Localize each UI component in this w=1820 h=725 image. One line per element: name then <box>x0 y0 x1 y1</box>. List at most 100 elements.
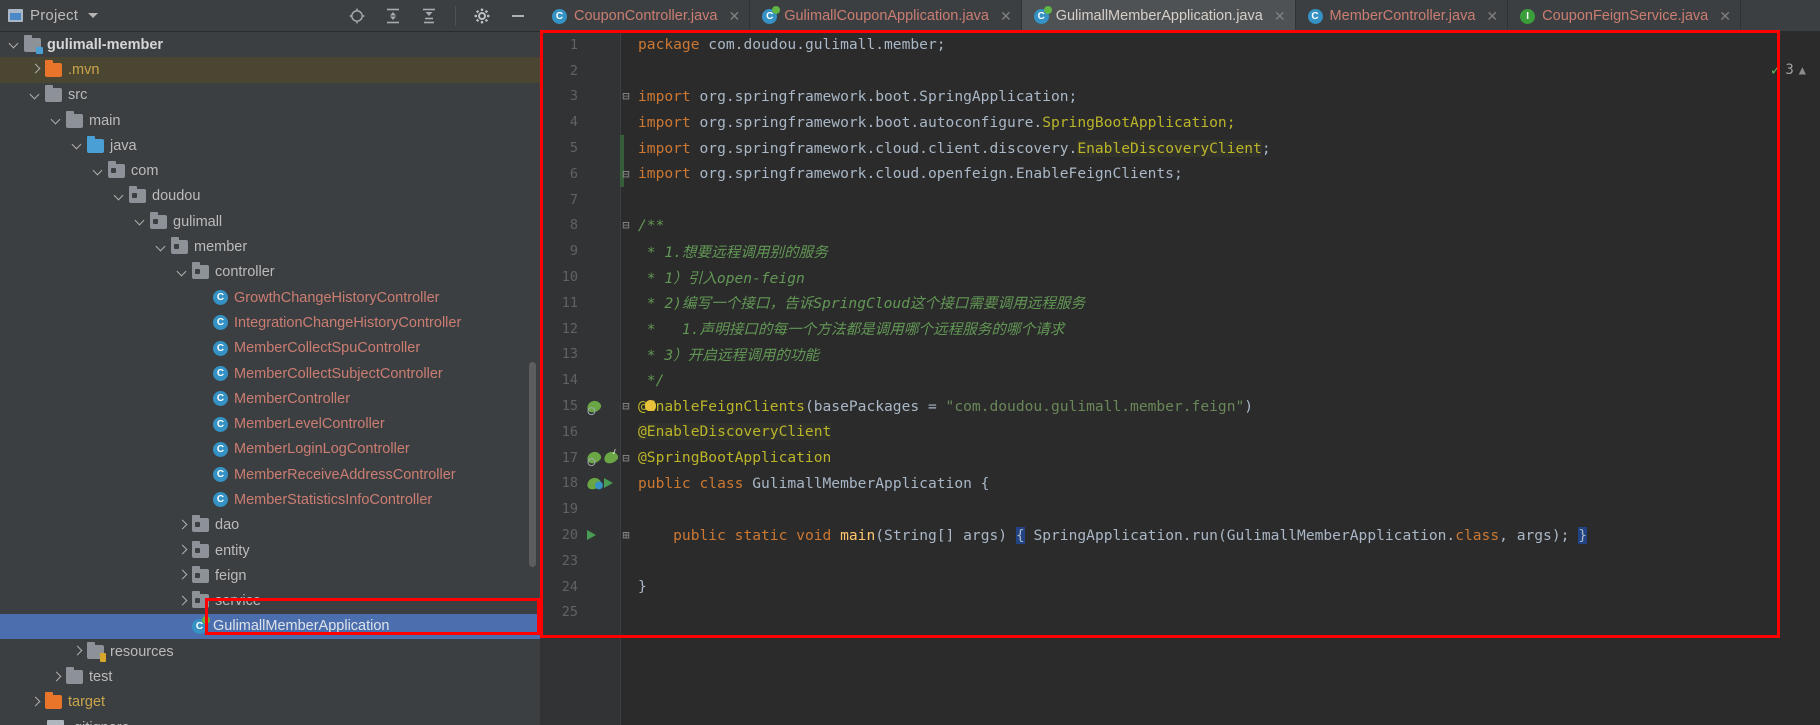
chevron-up-icon[interactable]: ▲ <box>1799 63 1806 77</box>
code-line[interactable]: 1 package com.doudou.gulimall.member; <box>540 32 1820 58</box>
fold-toggle-icon[interactable]: ⊟ <box>620 451 632 465</box>
tree-item-gulimall[interactable]: gulimall <box>0 209 540 234</box>
spring-bean-checked-icon[interactable] <box>602 450 620 466</box>
fold-toggle-icon[interactable]: ⊟ <box>620 167 632 181</box>
code-line[interactable]: 25 <box>540 600 1820 626</box>
code-line[interactable]: 15 ⊟ @EnableFeignClients(basePackages = "c… <box>540 393 1820 419</box>
chevron-right-icon[interactable] <box>71 645 84 658</box>
code-line[interactable]: 4 import org.springframework.boot.autocon… <box>540 109 1820 135</box>
tree-item-entity[interactable]: entity <box>0 538 540 563</box>
locate-icon[interactable] <box>347 6 367 26</box>
spring-bean-icon[interactable] <box>585 450 603 466</box>
tree-item-controller[interactable]: controller <box>0 260 540 285</box>
tree-item--mvn[interactable]: .mvn <box>0 57 540 83</box>
tree-item-test[interactable]: test <box>0 664 540 689</box>
run-icon[interactable] <box>604 478 613 489</box>
fold-toggle-icon[interactable]: ⊟ <box>620 399 632 413</box>
chevron-right-icon[interactable] <box>176 569 189 582</box>
close-icon[interactable]: ✕ <box>728 8 740 25</box>
fold-toggle-icon[interactable]: ⊞ <box>620 528 632 542</box>
spring-bean-icon[interactable] <box>585 398 603 414</box>
tree-item-doudou[interactable]: doudou <box>0 184 540 209</box>
tree-item-com[interactable]: com <box>0 158 540 183</box>
tree-item-memberstatisticsinfocontroller[interactable]: C MemberStatisticsInfoController <box>0 487 540 512</box>
editor-tab[interactable]: I CouponFeignService.java ✕ <box>1508 0 1741 31</box>
intention-bulb-icon[interactable] <box>645 400 656 412</box>
close-icon[interactable]: ✕ <box>1274 8 1286 25</box>
settings-gear-icon[interactable] <box>472 6 492 26</box>
chevron-down-icon[interactable] <box>71 139 84 152</box>
chevron-down-icon[interactable] <box>88 13 99 18</box>
tree-item-membercontroller[interactable]: C MemberController <box>0 386 540 411</box>
tree-item-gulimall-member[interactable]: gulimall-member <box>0 32 540 57</box>
tree-item-memberloginlogcontroller[interactable]: C MemberLoginLogController <box>0 437 540 462</box>
tree-item-memberlevelcontroller[interactable]: C MemberLevelController <box>0 411 540 436</box>
expand-all-icon[interactable] <box>383 6 403 26</box>
tree-item-main[interactable]: main <box>0 108 540 133</box>
chevron-right-icon[interactable] <box>29 696 42 709</box>
code-lines[interactable]: 1 package com.doudou.gulimall.member; 2 3 ⊟ i… <box>540 32 1820 725</box>
chevron-down-icon[interactable] <box>134 215 147 228</box>
tree-item-src[interactable]: src <box>0 83 540 108</box>
editor-tab[interactable]: C MemberController.java ✕ <box>1296 0 1509 31</box>
code-line[interactable]: 10 * 1）引入open-feign <box>540 264 1820 290</box>
editor-tab[interactable]: C GulimallCouponApplication.java ✕ <box>750 0 1022 31</box>
code-line[interactable]: 18 public class GulimallMemberApplication… <box>540 471 1820 497</box>
tree-item-target[interactable]: target <box>0 690 540 715</box>
tree-item-java[interactable]: java <box>0 133 540 158</box>
inspection-indicator[interactable]: ✓ 3 ▲ <box>1771 60 1806 79</box>
tree-item-memberreceiveaddresscontroller[interactable]: C MemberReceiveAddressController <box>0 462 540 487</box>
chevron-down-icon[interactable] <box>8 38 21 51</box>
code-line[interactable]: 19 <box>540 496 1820 522</box>
code-line[interactable]: 23 <box>540 548 1820 574</box>
tree-item-member[interactable]: member <box>0 234 540 259</box>
tree-item-growthchangehistorycontroller[interactable]: C GrowthChangeHistoryController <box>0 285 540 310</box>
chevron-right-icon[interactable] <box>50 671 63 684</box>
project-title-group[interactable]: Project <box>8 7 99 24</box>
chevron-right-icon[interactable] <box>29 63 42 76</box>
code-line[interactable]: 2 <box>540 58 1820 84</box>
tree-item-membercollectsubjectcontroller[interactable]: C MemberCollectSubjectController <box>0 361 540 386</box>
code-line[interactable]: 5 import org.springframework.cloud.client… <box>540 135 1820 161</box>
close-icon[interactable]: ✕ <box>1000 8 1012 25</box>
close-icon[interactable]: ✕ <box>1719 8 1731 25</box>
spring-boot-bean-icon[interactable] <box>585 475 603 491</box>
chevron-down-icon[interactable] <box>176 266 189 279</box>
tree-item-integrationchangehistorycontroller[interactable]: C IntegrationChangeHistoryController <box>0 310 540 335</box>
editor-tab[interactable]: C GulimallMemberApplication.java ✕ <box>1021 0 1296 31</box>
code-line[interactable]: 8 ⊟ /** <box>540 213 1820 239</box>
tree-item-membercollectspucontroller[interactable]: C MemberCollectSpuController <box>0 336 540 361</box>
tree-item-feign[interactable]: feign <box>0 563 540 588</box>
tree-item--gitignore[interactable]: .gitignore <box>0 715 540 725</box>
project-tree-scrollbar[interactable] <box>529 362 536 567</box>
chevron-down-icon[interactable] <box>155 241 168 254</box>
code-line[interactable]: 13 * 3）开启远程调用的功能 <box>540 342 1820 368</box>
code-line[interactable]: 17 ⊟ @SpringBootApplication <box>540 445 1820 471</box>
collapse-all-icon[interactable] <box>419 6 439 26</box>
fold-toggle-icon[interactable]: ⊟ <box>620 218 632 232</box>
tree-item-gulimallmemberapplication[interactable]: C GulimallMemberApplication <box>0 613 540 640</box>
project-tree[interactable]: gulimall-member .mvn src main java com doudou g… <box>0 32 540 725</box>
chevron-down-icon[interactable] <box>113 190 126 203</box>
minimize-icon[interactable] <box>508 6 528 26</box>
code-line[interactable]: 12 * 1.声明接口的每一个方法都是调用哪个远程服务的哪个请求 <box>540 316 1820 342</box>
tree-item-dao[interactable]: dao <box>0 513 540 538</box>
code-line[interactable]: 3 ⊟ import org.springframework.boot.Spring… <box>540 84 1820 110</box>
tree-item-resources[interactable]: resources <box>0 639 540 664</box>
chevron-down-icon[interactable] <box>92 165 105 178</box>
fold-toggle-icon[interactable]: ⊟ <box>620 89 632 103</box>
code-line[interactable]: 6 ⊟ import org.springframework.cloud.openf… <box>540 160 1820 187</box>
code-line[interactable]: 7 <box>540 187 1820 213</box>
code-line[interactable]: 11 * 2)编写一个接口，告诉SpringCloud这个接口需要调用远程服务 <box>540 290 1820 316</box>
tree-item-service[interactable]: service <box>0 589 540 614</box>
code-editor[interactable]: 1 package com.doudou.gulimall.member; 2 3 ⊟ i… <box>540 32 1820 725</box>
chevron-right-icon[interactable] <box>176 595 189 608</box>
editor-tab[interactable]: C CouponController.java ✕ <box>540 0 751 31</box>
code-line[interactable]: 16 @EnableDiscoveryClient <box>540 419 1820 445</box>
run-icon[interactable] <box>587 530 596 541</box>
code-line[interactable]: 9 * 1.想要远程调用别的服务 <box>540 238 1820 264</box>
code-line[interactable]: 20 ⊞ public static void main(String[] arg… <box>540 522 1820 548</box>
close-icon[interactable]: ✕ <box>1486 8 1498 25</box>
code-line[interactable]: 14 */ <box>540 367 1820 393</box>
chevron-right-icon[interactable] <box>176 544 189 557</box>
